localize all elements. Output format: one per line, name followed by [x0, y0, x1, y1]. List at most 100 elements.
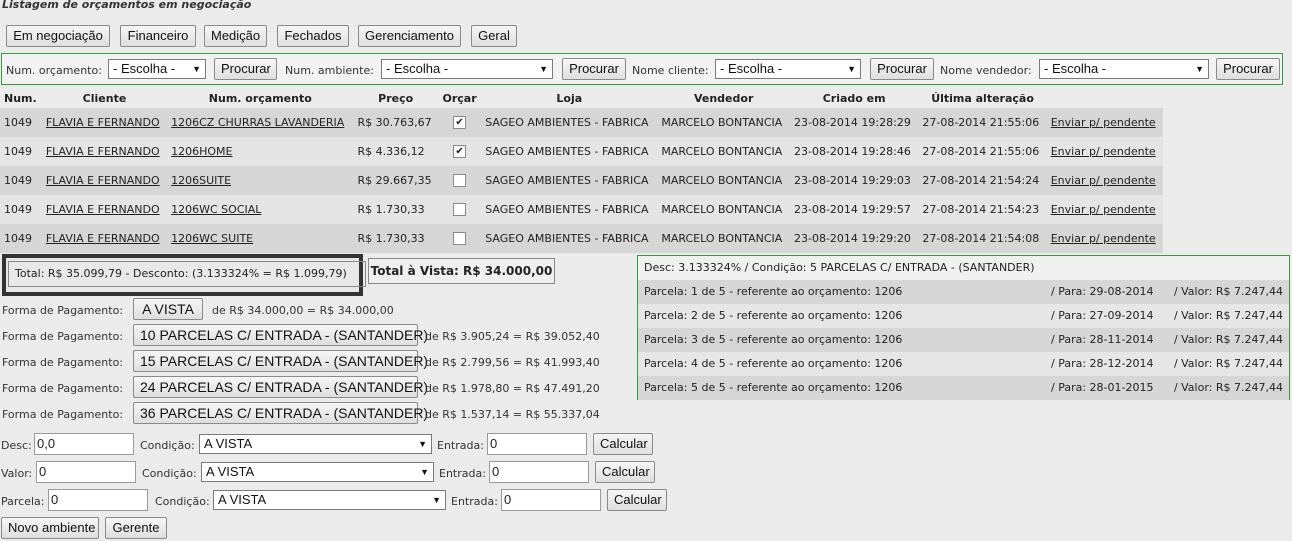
orcar-checkbox[interactable]: ✔ — [453, 116, 467, 130]
table-header-row: Num. Cliente Num. orçamento Preço Orçar … — [0, 88, 1163, 108]
cell-loja: SAGEO AMBIENTES - FABRICA — [481, 195, 658, 224]
entrada-input[interactable]: 0 — [501, 489, 601, 511]
cell-vendedor: MARCELO BONTANCIA — [657, 224, 790, 253]
parcela-label: Parcela: — [1, 495, 45, 508]
num-orcamento-label: Num. orçamento: — [6, 64, 102, 77]
enviar-pendente-link[interactable]: Enviar p/ pendente — [1046, 224, 1163, 253]
orcar-checkbox[interactable]: ✔ — [453, 145, 467, 159]
installments-header-text: Desc: 3.133324% / Condição: 5 PARCELAS C… — [644, 261, 1035, 274]
tab-em-negociacao[interactable]: Em negociação — [6, 25, 110, 47]
num-orcamento-select[interactable]: - Escolha - ▼ — [108, 59, 206, 79]
novo-ambiente-button[interactable]: Novo ambiente — [1, 517, 99, 539]
nome-cliente-select[interactable]: - Escolha - ▼ — [715, 59, 861, 79]
procurar-cliente-button[interactable]: Procurar — [870, 58, 934, 80]
table-row: 1049 FLAVIA E FERNANDO 1206WC SOCIAL R$ … — [0, 195, 1163, 224]
chevron-down-icon: ▼ — [1195, 64, 1204, 74]
search-bar: Num. orçamento: - Escolha - ▼ Procurar Nu… — [1, 53, 1283, 85]
cliente-link[interactable]: FLAVIA E FERNANDO — [41, 137, 168, 166]
orcamento-link[interactable]: 1206CZ CHURRAS LAVANDERIA — [167, 108, 354, 137]
orcamento-link[interactable]: 1206SUITE — [167, 166, 354, 195]
valor-label: Valor: — [1, 467, 33, 480]
cell-loja: SAGEO AMBIENTES - FABRICA — [481, 224, 658, 253]
num-ambiente-select[interactable]: - Escolha - ▼ — [381, 59, 553, 79]
cell-alterado: 27-08-2014 21:55:06 — [918, 137, 1047, 166]
installment-parcela: Parcela: 5 de 5 - referente ao orçamento… — [644, 381, 903, 394]
procurar-orcamento-button[interactable]: Procurar — [214, 58, 277, 80]
entrada-input[interactable]: 0 — [489, 461, 589, 483]
entrada-input[interactable]: 0 — [487, 433, 587, 455]
table-row: 1049 FLAVIA E FERNANDO 1206WC SUITE R$ 1… — [0, 224, 1163, 253]
condicao-select[interactable]: A VISTA ▼ — [199, 434, 432, 454]
installment-row: Parcela: 4 de 5 - referente ao orçamento… — [638, 352, 1289, 376]
valor-input[interactable]: 0 — [36, 461, 136, 483]
gerente-button[interactable]: Gerente — [105, 517, 167, 539]
table-row: 1049 FLAVIA E FERNANDO 1206HOME R$ 4.336… — [0, 137, 1163, 166]
calcular-button[interactable]: Calcular — [607, 489, 667, 511]
cliente-link[interactable]: FLAVIA E FERNANDO — [41, 166, 168, 195]
installment-para: / Para: 28-11-2014 — [1051, 333, 1154, 346]
payment-36-parcelas-button[interactable]: 36 PARCELAS C/ ENTRADA - (SANTANDER) — [133, 402, 428, 424]
installment-row: Parcela: 5 de 5 - referente ao orçamento… — [638, 376, 1289, 400]
cliente-link[interactable]: FLAVIA E FERNANDO — [41, 224, 168, 253]
tab-fechados[interactable]: Fechados — [277, 25, 349, 47]
total-a-vista: Total à Vista: R$ 34.000,00 — [368, 258, 555, 284]
tab-financeiro[interactable]: Financeiro — [120, 25, 196, 47]
entrada-label: Entrada: — [437, 439, 484, 452]
payment-24-parcelas-button[interactable]: 24 PARCELAS C/ ENTRADA - (SANTANDER) — [133, 376, 428, 398]
cell-criado: 23-08-2014 19:29:57 — [789, 195, 919, 224]
payment-15-parcelas-button[interactable]: 15 PARCELAS C/ ENTRADA - (SANTANDER) — [133, 350, 428, 372]
orcamento-link[interactable]: 1206WC SUITE — [167, 224, 354, 253]
orcar-checkbox[interactable] — [453, 203, 467, 217]
cliente-link[interactable]: FLAVIA E FERNANDO — [41, 195, 168, 224]
cell-alterado: 27-08-2014 21:54:24 — [918, 166, 1047, 195]
condicao-select[interactable]: A VISTA ▼ — [201, 462, 434, 482]
desc-label: Desc: — [1, 439, 32, 452]
page-title: Listagem de orçamentos em negociação — [2, 0, 252, 11]
cell-vendedor: MARCELO BONTANCIA — [657, 137, 790, 166]
installment-para: / Para: 27-09-2014 — [1051, 309, 1154, 322]
totals-box: Total: R$ 35.099,79 - Desconto: (3.13332… — [2, 254, 366, 296]
enviar-pendente-link[interactable]: Enviar p/ pendente — [1046, 137, 1163, 166]
payment-detail: de R$ 1.537,14 = R$ 55.337,04 — [425, 408, 600, 421]
calcular-button[interactable]: Calcular — [593, 433, 653, 455]
payment-detail: de R$ 1.978,80 = R$ 47.491,20 — [425, 382, 600, 395]
col-header-orcar: Orçar — [442, 91, 477, 105]
payment-a-vista-button[interactable]: A VISTA — [133, 298, 203, 320]
procurar-vendedor-button[interactable]: Procurar — [1216, 58, 1280, 80]
orcar-checkbox[interactable] — [453, 232, 467, 246]
forma-pagamento-label: Forma de Pagamento: — [2, 356, 123, 369]
installment-para: / Para: 29-08-2014 — [1051, 285, 1154, 298]
forma-pagamento-label: Forma de Pagamento: — [2, 330, 123, 343]
enviar-pendente-link[interactable]: Enviar p/ pendente — [1046, 108, 1163, 137]
tab-medicao[interactable]: Medição — [204, 25, 267, 47]
installments-header: Desc: 3.133324% / Condição: 5 PARCELAS C… — [638, 256, 1289, 280]
payment-10-parcelas-button[interactable]: 10 PARCELAS C/ ENTRADA - (SANTANDER) — [133, 324, 428, 346]
orcamento-link[interactable]: 1206WC SOCIAL — [167, 195, 354, 224]
enviar-pendente-link[interactable]: Enviar p/ pendente — [1046, 166, 1163, 195]
table-row: 1049 FLAVIA E FERNANDO 1206SUITE R$ 29.6… — [0, 166, 1163, 195]
cell-alterado: 27-08-2014 21:54:23 — [918, 195, 1047, 224]
procurar-ambiente-button[interactable]: Procurar — [562, 58, 626, 80]
cliente-link[interactable]: FLAVIA E FERNANDO — [41, 108, 168, 137]
calcular-button[interactable]: Calcular — [595, 461, 655, 483]
nome-vendedor-select[interactable]: - Escolha - ▼ — [1039, 59, 1209, 79]
nome-vendedor-label: Nome vendedor: — [940, 64, 1032, 77]
enviar-pendente-link[interactable]: Enviar p/ pendente — [1046, 195, 1163, 224]
condicao-select[interactable]: A VISTA ▼ — [213, 490, 446, 510]
orcamentos-table: Num. Cliente Num. orçamento Preço Orçar … — [0, 88, 1163, 253]
col-header-num-orcamento: Num. orçamento — [208, 91, 312, 105]
tab-gerenciamento[interactable]: Gerenciamento — [358, 25, 461, 47]
desc-input[interactable]: 0,0 — [34, 433, 134, 455]
entrada-label: Entrada: — [451, 495, 498, 508]
cell-alterado: 27-08-2014 21:55:06 — [918, 108, 1047, 137]
installment-row: Parcela: 1 de 5 - referente ao orçamento… — [638, 280, 1289, 304]
cell-num: 1049 — [0, 108, 42, 137]
cell-criado: 23-08-2014 19:29:03 — [789, 166, 919, 195]
tab-geral[interactable]: Geral — [471, 25, 517, 47]
parcela-input[interactable]: 0 — [48, 489, 148, 511]
orcar-checkbox[interactable] — [453, 174, 467, 188]
chevron-down-icon: ▼ — [420, 467, 429, 477]
chevron-down-icon: ▼ — [418, 439, 427, 449]
orcamento-link[interactable]: 1206HOME — [167, 137, 354, 166]
cell-loja: SAGEO AMBIENTES - FABRICA — [481, 166, 658, 195]
